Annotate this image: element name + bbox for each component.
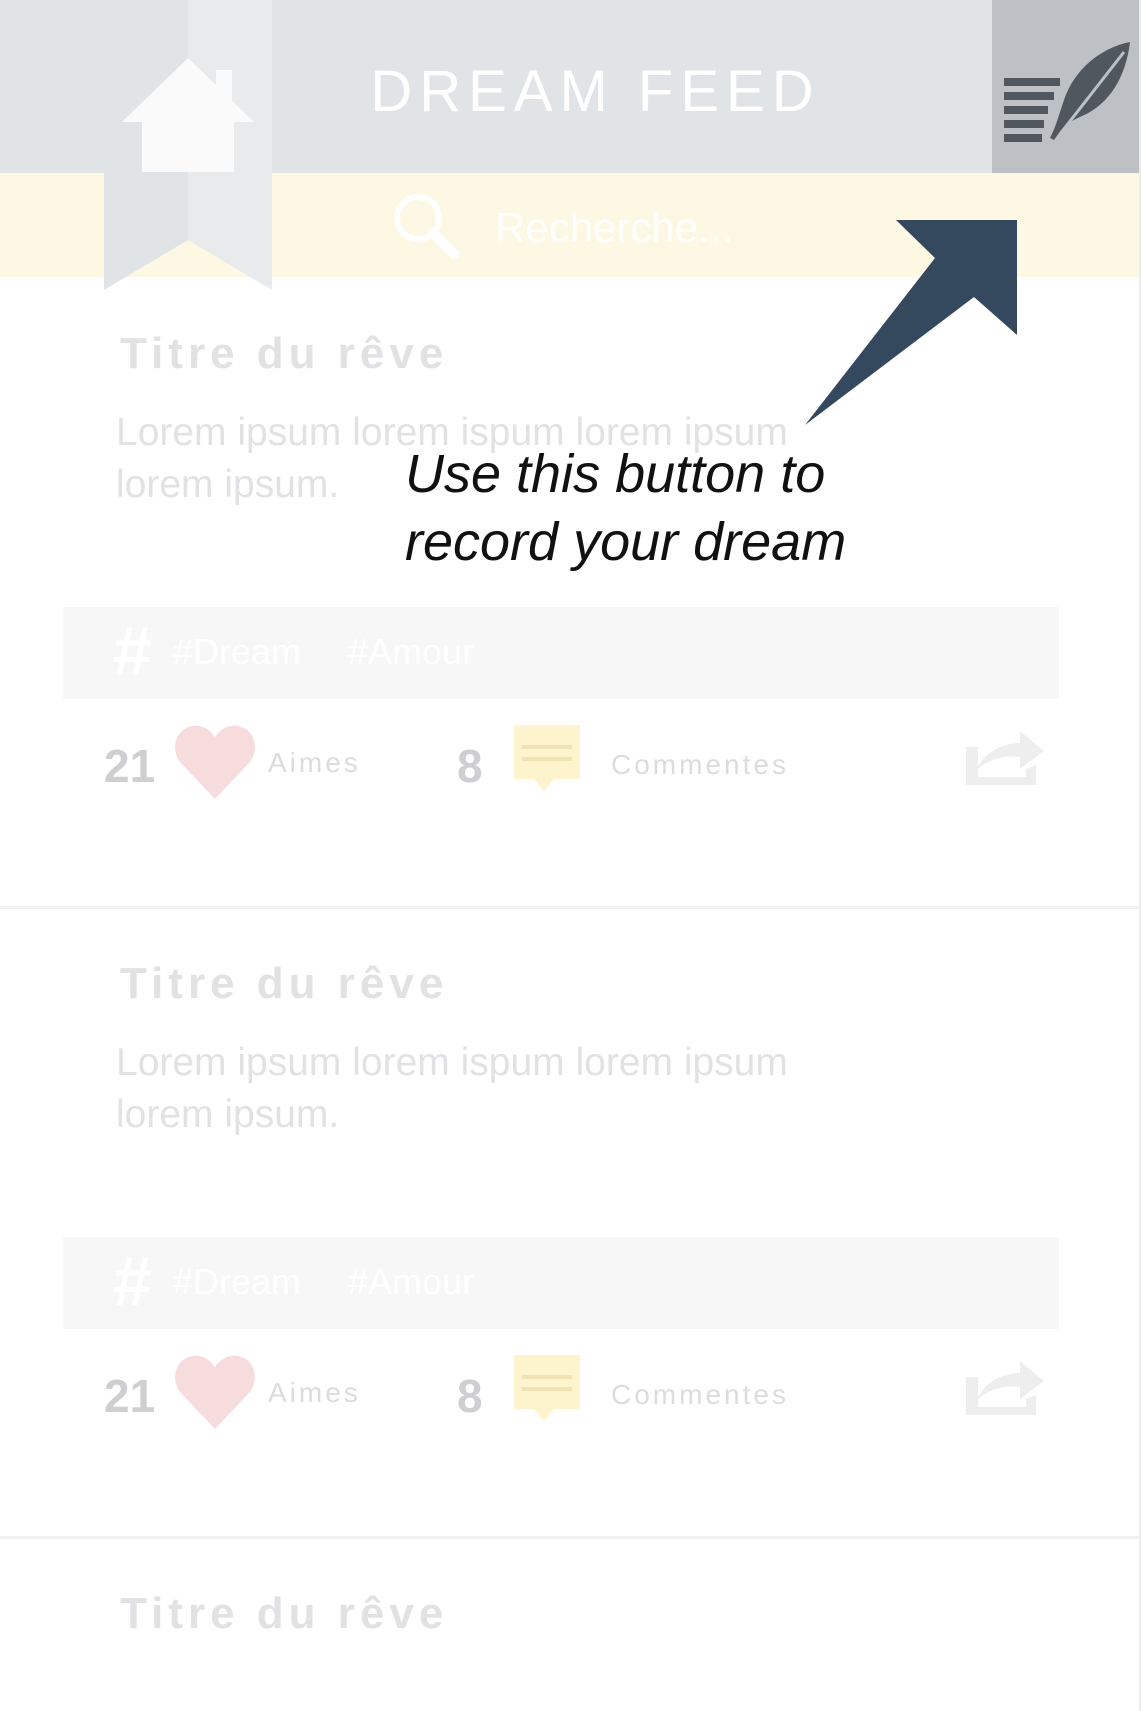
comments-count: 8 <box>457 740 483 792</box>
tutorial-hint: Use this button to record your dream <box>405 440 846 576</box>
compose-dream-button[interactable] <box>992 0 1140 173</box>
comment-icon[interactable] <box>512 1353 582 1425</box>
heart-icon[interactable] <box>174 1353 256 1431</box>
search-icon[interactable] <box>390 190 462 262</box>
likes-label: Aimes <box>268 747 361 778</box>
share-icon[interactable] <box>962 1355 1046 1417</box>
dream-title: Titre du rêve <box>120 329 449 378</box>
hashtag-icon: # <box>113 612 152 690</box>
comments-label: Commentes <box>611 1379 789 1410</box>
share-icon[interactable] <box>962 725 1046 787</box>
tag-dream[interactable]: #Dream <box>173 631 301 673</box>
likes-label: Aimes <box>268 1377 361 1408</box>
heart-icon[interactable] <box>174 723 256 801</box>
tag-amour[interactable]: #Amour <box>348 1261 474 1303</box>
tag-bar: # #Dream #Amour <box>63 1237 1059 1329</box>
dream-title: Titre du rêve <box>120 1589 449 1638</box>
home-button[interactable] <box>104 0 272 290</box>
compose-feather-icon <box>1004 42 1130 142</box>
tag-amour[interactable]: #Amour <box>348 631 474 673</box>
comment-icon[interactable] <box>512 723 582 795</box>
app-screen: DREAM FEED Titre du r <box>0 0 1141 1711</box>
dream-title: Titre du rêve <box>120 959 449 1008</box>
comments-label: Commentes <box>611 749 789 780</box>
dream-body: Lorem ipsum lorem ispum lorem ipsum lore… <box>116 1041 788 1136</box>
dream-card[interactable]: Titre du rêve Lorem ipsum lorem ispum lo… <box>0 907 1139 1537</box>
likes-count: 21 <box>104 740 156 792</box>
tutorial-line-1: Use this button to <box>405 444 826 504</box>
tutorial-line-2: record your dream <box>405 512 847 572</box>
comments-count: 8 <box>457 1370 483 1422</box>
tutorial-arrow-icon <box>805 220 1017 425</box>
dream-card[interactable]: Titre du rêve <box>0 1537 1139 1711</box>
tag-dream[interactable]: #Dream <box>173 1261 301 1303</box>
likes-count: 21 <box>104 1370 156 1422</box>
hashtag-icon: # <box>113 1242 152 1320</box>
tag-bar: # #Dream #Amour <box>63 607 1059 699</box>
